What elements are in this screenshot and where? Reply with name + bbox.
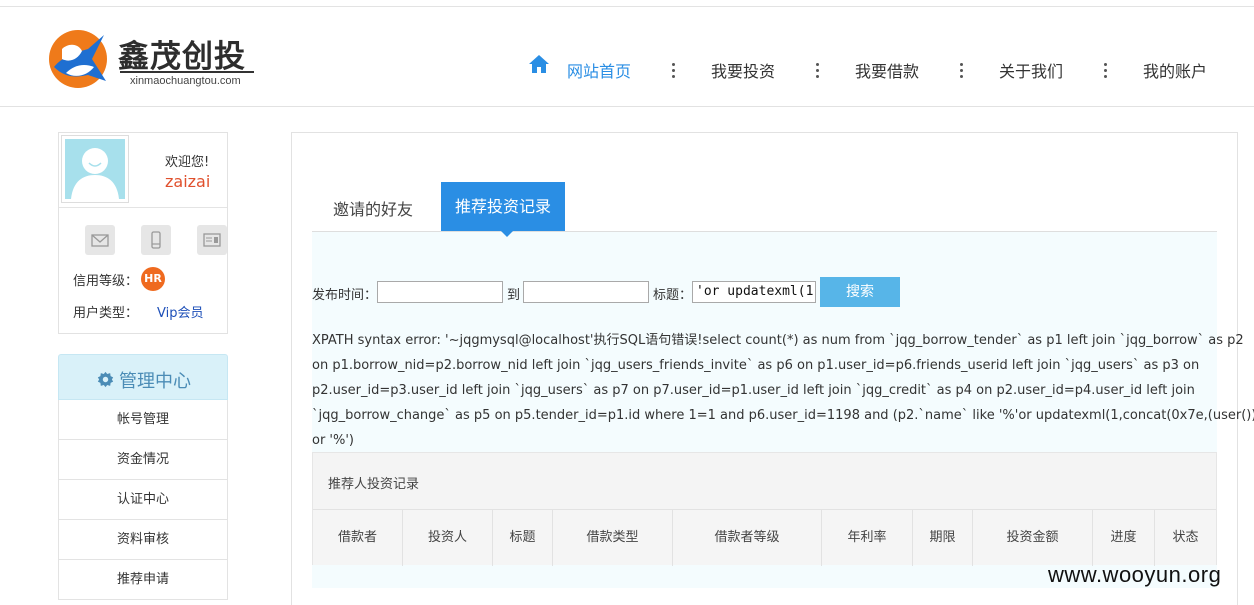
- welcome-text: 欢迎您!: [165, 155, 210, 170]
- logo-mark-icon: [49, 30, 107, 88]
- col-title: 标题: [493, 510, 553, 566]
- sql-error-message: XPATH syntax error: '~jqgmysql@localhost…: [312, 328, 1254, 453]
- table-caption: 推荐人投资记录: [328, 477, 420, 492]
- nav-invest[interactable]: 我要投资: [711, 60, 775, 84]
- credit-level-label: 信用等级：: [73, 274, 139, 289]
- col-loan-type: 借款类型: [553, 510, 673, 566]
- menu-account-management[interactable]: 帐号管理: [58, 400, 228, 440]
- username: zaizai: [165, 172, 211, 191]
- user-silhouette-icon: [71, 148, 119, 199]
- home-icon[interactable]: [528, 54, 550, 74]
- site-header: 鑫茂创投 xinmaochuangtou.com: [0, 7, 1254, 107]
- error-line: p2.user_id=p3.user_id left join `jqg_use…: [312, 383, 1195, 398]
- menu-profile-review[interactable]: 资料审核: [58, 520, 228, 560]
- date-label: 发布时间：: [312, 288, 378, 303]
- tab-referral-investments[interactable]: 推荐投资记录: [441, 182, 565, 237]
- col-borrower: 借款者: [313, 510, 403, 566]
- date-from-input[interactable]: [377, 281, 503, 303]
- logo-divider: [120, 71, 254, 73]
- id-card-verify-icon[interactable]: [197, 225, 227, 255]
- col-annual-rate: 年利率: [822, 510, 913, 566]
- avatar[interactable]: [61, 135, 129, 203]
- col-term: 期限: [913, 510, 973, 566]
- nav-about[interactable]: 关于我们: [999, 60, 1063, 84]
- site-logo[interactable]: 鑫茂创投 xinmaochuangtou.com: [48, 29, 258, 91]
- management-title: 管理中心: [119, 371, 191, 392]
- credit-level-badge: HR: [141, 267, 165, 291]
- nav-separator: [816, 63, 820, 79]
- avatar-image: [65, 139, 125, 199]
- error-line: or '%'): [312, 433, 355, 448]
- watermark: www.wooyun.org: [1048, 562, 1222, 587]
- email-verify-icon[interactable]: [85, 225, 115, 255]
- management-header: 管理中心: [58, 354, 228, 400]
- nav-borrow[interactable]: 我要借款: [855, 60, 919, 84]
- phone-verify-icon[interactable]: [141, 225, 171, 255]
- logo-title: 鑫茂创投: [118, 39, 246, 75]
- search-button[interactable]: 搜索: [820, 277, 900, 307]
- col-status: 状态: [1172, 530, 1199, 545]
- logo-domain: xinmaochuangtou.com: [130, 75, 241, 87]
- error-line: XPATH syntax error: '~jqgmysql@localhost…: [312, 333, 1244, 348]
- menu-funds[interactable]: 资金情况: [58, 440, 228, 480]
- tab-invited-friends[interactable]: 邀请的好友: [333, 196, 413, 220]
- col-amount: 投资金额: [973, 510, 1093, 566]
- referral-investment-table: 推荐人投资记录 借款者 投资人 标题 借款类型 借款者等级 年利率 期限 投资金…: [312, 452, 1217, 566]
- error-line: `jqg_borrow_change` as p5 on p5.tender_i…: [312, 408, 1254, 423]
- page: 鑫茂创投 xinmaochuangtou.com 网站首页 我要投资 我要借款 …: [0, 0, 1254, 605]
- col-investor: 投资人: [403, 510, 493, 566]
- user-type-label: 用户类型：: [73, 306, 139, 321]
- nav-separator: [960, 63, 964, 79]
- gear-icon: [97, 371, 114, 388]
- management-menu: 管理中心 帐号管理 资金情况 认证中心 资料审核 推荐申请: [58, 354, 228, 602]
- menu-verification-center[interactable]: 认证中心: [58, 480, 228, 520]
- nav-home[interactable]: 网站首页: [567, 60, 631, 84]
- error-line: on p1.borrow_nid=p2.borrow_nid left join…: [312, 358, 1200, 373]
- divider: [59, 207, 227, 208]
- nav-separator: [672, 63, 676, 79]
- nav-separator: [1104, 63, 1108, 79]
- table-header-row: 借款者 投资人 标题 借款类型 借款者等级 年利率 期限 投资金额 进度 状态: [313, 509, 1216, 566]
- title-label: 标题：: [653, 288, 693, 303]
- title-search-input[interactable]: 'or updatexml(1,concat(0x7e,(user())),0)…: [692, 281, 816, 303]
- nav-account[interactable]: 我的账户: [1143, 60, 1207, 84]
- date-to-input[interactable]: [523, 281, 649, 303]
- menu-referral-application[interactable]: 推荐申请: [58, 560, 228, 600]
- tab-underline: [312, 231, 1217, 232]
- col-progress: 进度: [1093, 510, 1155, 566]
- date-to-label: 到: [507, 288, 521, 303]
- profile-card: 欢迎您! zaizai 信用等级： HR 用户类型： Vip会员: [58, 132, 228, 334]
- user-type-value: Vip会员: [157, 306, 204, 321]
- col-borrower-level: 借款者等级: [673, 510, 822, 566]
